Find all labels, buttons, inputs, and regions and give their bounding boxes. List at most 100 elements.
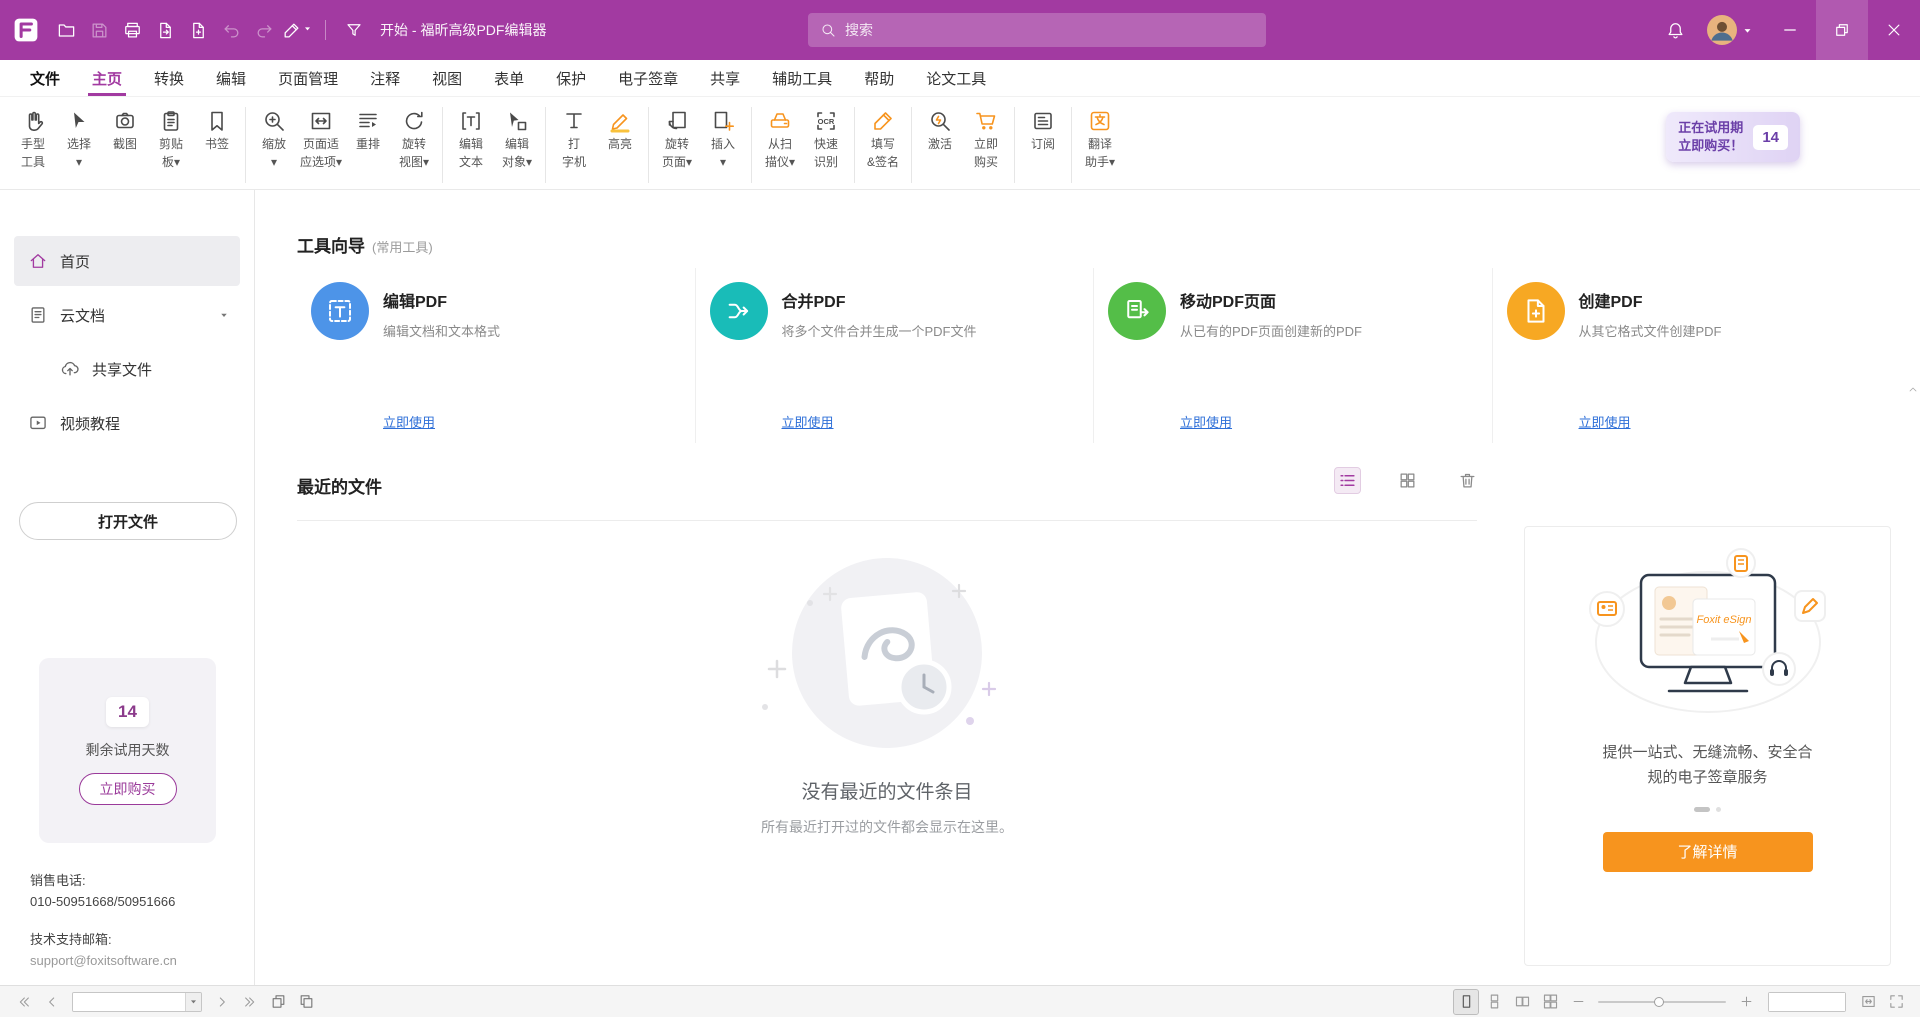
- sidebar-item-2[interactable]: 共享文件: [14, 344, 240, 394]
- ribbon-tool-select-cursor[interactable]: 选择▾: [56, 107, 102, 170]
- user-avatar[interactable]: [1707, 15, 1737, 45]
- ribbon-tool-bookmark[interactable]: 书签: [194, 107, 240, 153]
- ribbon-tool-edit-object[interactable]: 编辑对象▾: [494, 107, 540, 170]
- ribbon-tool-rotate-pages[interactable]: 旋转页面▾: [654, 107, 700, 170]
- ribbon-tool-cart[interactable]: 立即购买: [963, 107, 1009, 170]
- fit-window-button[interactable]: [1856, 990, 1880, 1014]
- continuous-view-button[interactable]: [1482, 990, 1506, 1014]
- ribbon-tool-ocr[interactable]: OCR快速识别: [803, 107, 849, 170]
- next-page-button[interactable]: [210, 990, 234, 1014]
- sidebar-item-0[interactable]: 首页: [14, 236, 240, 286]
- buy-now-button[interactable]: 立即购买: [79, 773, 177, 805]
- page-number-input[interactable]: [73, 993, 185, 1011]
- open-file-button[interactable]: 打开文件: [19, 502, 237, 540]
- next-view-button[interactable]: [294, 990, 318, 1014]
- ribbon-tool-highlighter[interactable]: 高亮: [597, 107, 643, 153]
- cloud-doc-icon: [28, 305, 48, 325]
- search-input[interactable]: 搜索: [808, 13, 1266, 47]
- ribbon-tool-clipboard[interactable]: 剪贴板▾: [148, 107, 194, 170]
- zoom-slider-thumb[interactable]: [1654, 997, 1664, 1007]
- carousel-dot[interactable]: [1716, 807, 1721, 812]
- titlebar-quick-icons: [50, 14, 313, 46]
- redo-icon[interactable]: [248, 14, 280, 46]
- ribbon-tool-rotate-view[interactable]: 旋转视图▾: [391, 107, 437, 170]
- ribbon-tool-reflow[interactable]: 重排: [345, 107, 391, 153]
- content-scrollbar[interactable]: [1906, 382, 1920, 951]
- menu-item-8[interactable]: 保护: [540, 60, 602, 96]
- support-email-address[interactable]: support@foxitsoftware.cn: [30, 950, 177, 971]
- zoom-percent-input[interactable]: [1769, 993, 1845, 1011]
- learn-more-button[interactable]: 了解详情: [1603, 832, 1813, 872]
- signature-pen-icon[interactable]: [281, 14, 313, 46]
- menu-item-12[interactable]: 帮助: [848, 60, 910, 96]
- save-icon[interactable]: [83, 14, 115, 46]
- ribbon-tool-snapshot-camera[interactable]: 截图: [102, 107, 148, 153]
- sidebar-item-3[interactable]: 视频教程: [14, 398, 240, 448]
- list-view-button[interactable]: [1335, 468, 1360, 493]
- open-folder-icon[interactable]: [50, 14, 82, 46]
- ribbon-tool-subscribe-doc[interactable]: 订阅: [1020, 107, 1066, 153]
- ribbon-tool-typewriter[interactable]: 打字机: [551, 107, 597, 170]
- ribbon-tool-edit-text[interactable]: 编辑文本: [448, 107, 494, 170]
- menu-item-5[interactable]: 注释: [354, 60, 416, 96]
- ribbon-tool-label: 书签: [205, 137, 229, 153]
- restore-button[interactable]: [1816, 0, 1868, 60]
- menu-item-4[interactable]: 页面管理: [262, 60, 354, 96]
- first-page-button[interactable]: [12, 990, 36, 1014]
- page-list-caret-icon[interactable]: [185, 992, 201, 1012]
- menu-item-9[interactable]: 电子签章: [602, 60, 694, 96]
- app-logo-icon[interactable]: [10, 14, 42, 46]
- facing-continuous-view-button[interactable]: [1538, 990, 1562, 1014]
- facing-view-button[interactable]: [1510, 990, 1534, 1014]
- menu-item-1[interactable]: 主页: [76, 60, 138, 96]
- funnel-icon[interactable]: [338, 14, 370, 46]
- caret-down-icon[interactable]: [218, 309, 230, 321]
- prev-view-button[interactable]: [266, 990, 290, 1014]
- export-file-icon[interactable]: [149, 14, 181, 46]
- fullscreen-button[interactable]: [1884, 990, 1908, 1014]
- print-icon[interactable]: [116, 14, 148, 46]
- card-use-now-link[interactable]: 立即使用: [1579, 412, 1631, 431]
- sidebar-item-1[interactable]: 云文档: [14, 290, 240, 340]
- undo-icon[interactable]: [215, 14, 247, 46]
- ribbon-tool-activate-magnifier[interactable]: 激活: [917, 107, 963, 153]
- menu-item-13[interactable]: 论文工具: [910, 60, 1002, 96]
- ribbon-tool-fit-page[interactable]: 页面适应选项▾: [297, 107, 345, 170]
- ribbon-tool-zoom-magnifier[interactable]: 缩放▾: [251, 107, 297, 170]
- menu-item-3[interactable]: 编辑: [200, 60, 262, 96]
- menu-item-7[interactable]: 表单: [478, 60, 540, 96]
- menu-item-10[interactable]: 共享: [694, 60, 756, 96]
- card-use-now-link[interactable]: 立即使用: [383, 412, 435, 431]
- card-use-now-link[interactable]: 立即使用: [1180, 412, 1232, 431]
- account-caret-icon[interactable]: [1741, 24, 1754, 37]
- zoom-in-button[interactable]: [1734, 990, 1758, 1014]
- notifications-bell-icon[interactable]: [1657, 12, 1693, 48]
- clear-recent-trash-button[interactable]: [1455, 468, 1480, 493]
- promo-carousel-dots[interactable]: [1694, 807, 1721, 812]
- ribbon-tool-fill-sign-pen[interactable]: 填写&签名: [860, 107, 906, 170]
- ribbon-tool-scanner[interactable]: 从扫描仪▾: [757, 107, 803, 170]
- sidebar-item-label: 首页: [60, 251, 90, 272]
- scroll-up-arrow-icon[interactable]: [1907, 384, 1919, 396]
- menu-item-11[interactable]: 辅助工具: [756, 60, 848, 96]
- card-use-now-link[interactable]: 立即使用: [782, 412, 834, 431]
- last-page-button[interactable]: [238, 990, 262, 1014]
- ribbon-separator: [245, 107, 246, 183]
- ribbon-tool-hand-tool[interactable]: 手型工具: [10, 107, 56, 170]
- create-file-icon[interactable]: [182, 14, 214, 46]
- zoom-out-button[interactable]: [1566, 990, 1590, 1014]
- carousel-dot-active[interactable]: [1694, 807, 1710, 812]
- ribbon-tool-translate[interactable]: 翻译助手▾: [1077, 107, 1123, 170]
- close-button[interactable]: [1868, 0, 1920, 60]
- grid-view-button[interactable]: [1395, 468, 1420, 493]
- menu-item-0[interactable]: 文件: [14, 60, 76, 96]
- menu-item-6[interactable]: 视图: [416, 60, 478, 96]
- trial-purchase-badge[interactable]: 正在试用期 立即购买！ 14: [1666, 112, 1800, 162]
- minimize-button[interactable]: [1764, 0, 1816, 60]
- single-page-view-button[interactable]: [1454, 990, 1478, 1014]
- ribbon-tool-insert-pages[interactable]: 插入▾: [700, 107, 746, 170]
- prev-page-button[interactable]: [40, 990, 64, 1014]
- contact-info: 销售电话: 010-50951668/50951666 技术支持邮箱: supp…: [30, 870, 177, 988]
- menu-item-2[interactable]: 转换: [138, 60, 200, 96]
- zoom-slider[interactable]: [1598, 992, 1726, 1012]
